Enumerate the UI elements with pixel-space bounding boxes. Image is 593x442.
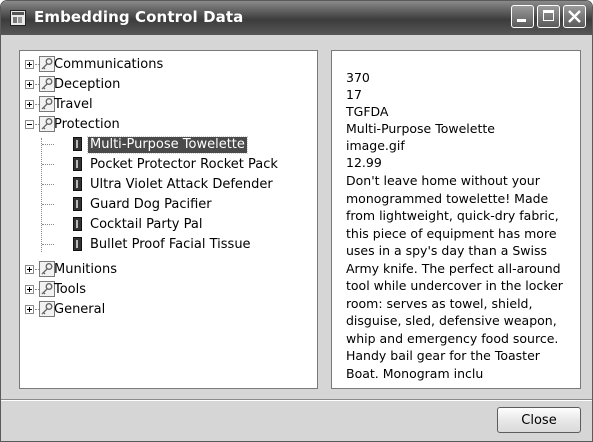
- minimize-icon: [517, 19, 526, 22]
- tree-view[interactable]: Communications Deception Travel Protecti…: [19, 50, 318, 389]
- tree-node-label[interactable]: Travel: [52, 97, 95, 113]
- maximize-icon: [543, 10, 554, 21]
- book-icon: [73, 157, 82, 171]
- tree-node-multi-purpose-towelette[interactable]: Multi-Purpose Towelette: [42, 136, 313, 154]
- expand-icon[interactable]: [25, 285, 34, 294]
- tree-node-label[interactable]: General: [52, 302, 107, 318]
- tree-node-label[interactable]: Cocktail Party Pal: [88, 217, 204, 233]
- tree-node-deception[interactable]: Deception: [25, 76, 315, 94]
- tree-guide-line: [41, 138, 42, 252]
- detail-category-id: 17: [346, 87, 362, 102]
- tree-node-label[interactable]: Deception: [52, 77, 122, 93]
- dialog-window: Embedding Control Data Communications De…: [0, 0, 593, 442]
- tree-node-label[interactable]: Multi-Purpose Towelette: [87, 136, 248, 154]
- tree-node-label[interactable]: Pocket Protector Rocket Pack: [88, 157, 280, 173]
- maximize-button[interactable]: [537, 5, 560, 28]
- tree-connector: [42, 144, 54, 145]
- book-icon: [73, 137, 82, 151]
- tree-node-general[interactable]: General: [25, 301, 315, 319]
- tree-node-label[interactable]: Protection: [52, 117, 122, 133]
- tree-connector: [42, 244, 54, 245]
- detail-image: image.gif: [346, 138, 405, 153]
- tree-node-guard-dog-pacifier[interactable]: Guard Dog Pacifier: [42, 196, 313, 214]
- expand-icon[interactable]: [25, 265, 34, 274]
- tree-node-tools[interactable]: Tools: [25, 281, 315, 299]
- app-icon: [10, 10, 26, 26]
- book-icon: [73, 177, 82, 191]
- close-window-button[interactable]: [563, 5, 586, 28]
- window-title: Embedding Control Data: [34, 8, 244, 26]
- detail-id: 370: [346, 70, 370, 85]
- collapse-icon[interactable]: [25, 120, 34, 129]
- detail-model-name: Multi-Purpose Towelette: [346, 121, 495, 136]
- tree-node-label[interactable]: Communications: [52, 57, 165, 73]
- tree-node-travel[interactable]: Travel: [25, 96, 315, 114]
- tree-node-protection[interactable]: Protection: [25, 116, 315, 134]
- tree-node-label[interactable]: Ultra Violet Attack Defender: [88, 177, 275, 193]
- detail-model-number: TGFDA: [346, 104, 389, 119]
- tree-node-ultra-violet-attack-defender[interactable]: Ultra Violet Attack Defender: [42, 176, 313, 194]
- expand-icon[interactable]: [25, 60, 34, 69]
- tree-connector: [42, 184, 54, 185]
- expand-icon[interactable]: [25, 305, 34, 314]
- detail-description: Don't leave home without your monogramme…: [346, 173, 563, 381]
- close-icon: [568, 10, 581, 23]
- title-bar[interactable]: Embedding Control Data: [1, 1, 592, 35]
- tree-node-label[interactable]: Guard Dog Pacifier: [88, 197, 214, 213]
- tree-node-label[interactable]: Bullet Proof Facial Tissue: [88, 237, 253, 253]
- tree-node-label[interactable]: Tools: [52, 282, 88, 298]
- book-icon: [73, 237, 82, 251]
- tree-node-cocktail-party-pal[interactable]: Cocktail Party Pal: [42, 216, 313, 234]
- tree-connector: [42, 164, 54, 165]
- detail-price: 12.99: [346, 155, 382, 170]
- book-icon: [73, 197, 82, 211]
- tree-connector: [42, 204, 54, 205]
- tree-node-pocket-protector-rocket-pack[interactable]: Pocket Protector Rocket Pack: [42, 156, 313, 174]
- tree-node-bullet-proof-facial-tissue[interactable]: Bullet Proof Facial Tissue: [42, 236, 313, 254]
- tree-connector: [42, 224, 54, 225]
- tree-node-munitions[interactable]: Munitions: [25, 261, 315, 279]
- minimize-button[interactable]: [511, 5, 534, 28]
- tree-node-label[interactable]: Munitions: [52, 262, 119, 278]
- detail-panel: 370 17 TGFDA Multi-Purpose Towelette ima…: [331, 50, 581, 389]
- book-icon: [73, 217, 82, 231]
- footer-separator: [1, 399, 592, 401]
- expand-icon[interactable]: [25, 100, 34, 109]
- expand-icon[interactable]: [25, 80, 34, 89]
- close-button[interactable]: Close: [497, 407, 581, 433]
- tree-node-communications[interactable]: Communications: [25, 56, 315, 74]
